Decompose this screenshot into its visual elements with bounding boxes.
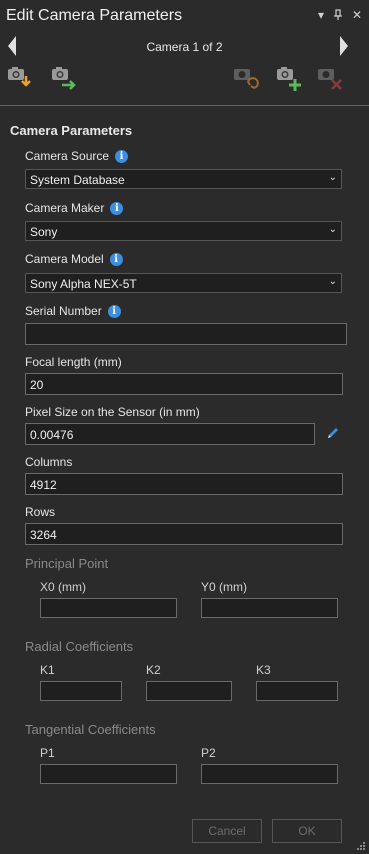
y0-input bbox=[201, 598, 338, 618]
k1-label: K1 bbox=[40, 663, 55, 677]
rows-input[interactable]: 3264 bbox=[25, 523, 343, 545]
camera-source-label: Camera Source i bbox=[25, 149, 129, 163]
camera-maker-select[interactable]: Sony ⌄ bbox=[25, 221, 342, 241]
resize-grip-icon[interactable] bbox=[356, 840, 366, 850]
camera-export-icon[interactable] bbox=[50, 64, 78, 92]
camera-source-label-text: Camera Source bbox=[25, 149, 110, 163]
camera-maker-value: Sony bbox=[30, 225, 58, 239]
camera-maker-label: Camera Maker i bbox=[25, 201, 124, 215]
camera-maker-label-text: Camera Maker bbox=[25, 201, 105, 215]
info-icon[interactable]: i bbox=[110, 201, 124, 215]
toolbar-separator bbox=[0, 105, 369, 106]
chevron-down-icon: ⌄ bbox=[328, 172, 337, 183]
window-title: Edit Camera Parameters bbox=[6, 7, 183, 24]
camera-refresh-icon bbox=[232, 64, 260, 92]
close-icon[interactable]: ✕ bbox=[350, 8, 364, 22]
camera-source-value: System Database bbox=[30, 173, 125, 187]
principal-point-heading: Principal Point bbox=[25, 556, 109, 571]
camera-model-label: Camera Model i bbox=[25, 252, 123, 266]
p1-input bbox=[40, 764, 177, 784]
cancel-button[interactable]: Cancel bbox=[192, 819, 262, 843]
pixel-size-label: Pixel Size on the Sensor (in mm) bbox=[25, 405, 200, 419]
pin-icon[interactable] bbox=[331, 8, 345, 22]
columns-label: Columns bbox=[25, 455, 73, 469]
p2-label: P2 bbox=[201, 746, 216, 760]
camera-model-value: Sony Alpha NEX-5T bbox=[30, 277, 137, 291]
options-dropdown-icon[interactable]: ▾ bbox=[314, 8, 328, 22]
k2-input bbox=[146, 681, 232, 701]
camera-source-select[interactable]: System Database ⌄ bbox=[25, 169, 342, 189]
camera-model-label-text: Camera Model bbox=[25, 252, 104, 266]
serial-number-label-text: Serial Number bbox=[25, 304, 102, 318]
focal-length-label: Focal length (mm) bbox=[25, 355, 122, 369]
p2-input bbox=[201, 764, 338, 784]
pencil-icon[interactable] bbox=[325, 425, 341, 441]
camera-delete-icon bbox=[316, 64, 344, 92]
camera-counter: Camera 1 of 2 bbox=[146, 40, 223, 54]
serial-number-input[interactable] bbox=[25, 323, 347, 345]
y0-label: Y0 (mm) bbox=[201, 580, 247, 594]
focal-length-input[interactable]: 20 bbox=[25, 373, 343, 395]
camera-import-icon[interactable] bbox=[6, 64, 34, 92]
k3-input bbox=[256, 681, 338, 701]
next-camera-button[interactable] bbox=[340, 36, 348, 56]
info-icon[interactable]: i bbox=[109, 252, 123, 266]
ok-button[interactable]: OK bbox=[272, 819, 342, 843]
chevron-down-icon: ⌄ bbox=[328, 224, 337, 235]
x0-input bbox=[40, 598, 177, 618]
columns-input[interactable]: 4912 bbox=[25, 473, 343, 495]
info-icon[interactable]: i bbox=[115, 149, 129, 163]
camera-add-icon[interactable] bbox=[275, 64, 303, 92]
info-icon[interactable]: i bbox=[107, 304, 121, 318]
k1-input bbox=[40, 681, 122, 701]
pixel-size-input[interactable]: 0.00476 bbox=[25, 423, 315, 445]
serial-number-label: Serial Number i bbox=[25, 304, 121, 318]
rows-label: Rows bbox=[25, 505, 56, 519]
tangential-coefficients-heading: Tangential Coefficients bbox=[25, 722, 156, 737]
radial-coefficients-heading: Radial Coefficients bbox=[25, 639, 134, 654]
k2-label: K2 bbox=[146, 663, 161, 677]
x0-label: X0 (mm) bbox=[40, 580, 86, 594]
camera-parameters-heading: Camera Parameters bbox=[10, 123, 133, 138]
chevron-down-icon: ⌄ bbox=[328, 276, 337, 287]
camera-model-select[interactable]: Sony Alpha NEX-5T ⌄ bbox=[25, 273, 342, 293]
k3-label: K3 bbox=[256, 663, 271, 677]
p1-label: P1 bbox=[40, 746, 55, 760]
